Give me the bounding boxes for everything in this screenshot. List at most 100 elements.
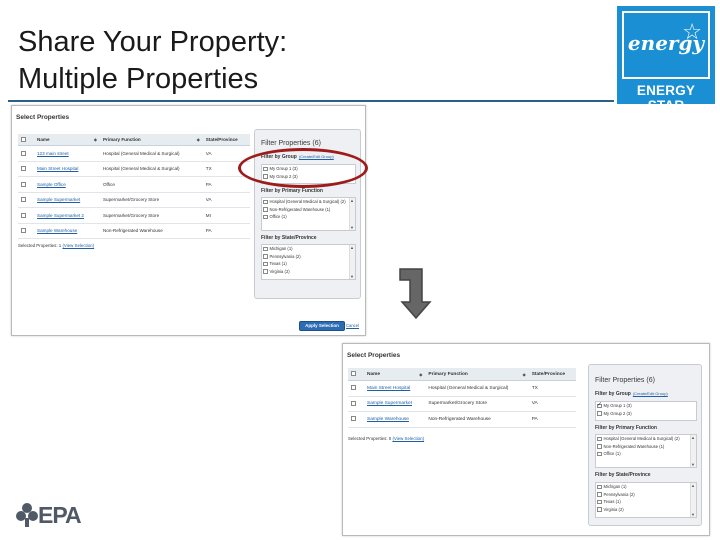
filter-option-state-1[interactable]: Michigan (1) (262, 245, 355, 253)
sort-icon[interactable]: ◆ (523, 372, 526, 377)
properties-table: Name ◆ Primary Function ◆ State/Province M… (348, 368, 576, 428)
filter-checkbox[interactable] (597, 436, 602, 442)
column-header-name[interactable]: Name ◆ (34, 134, 100, 146)
epa-logo: EPA (16, 500, 86, 530)
apply-selection-button[interactable]: Apply Selection (299, 321, 345, 331)
table-row: Sample Supermarket Supermarket/Grocery S… (18, 192, 250, 208)
filter-option-state-2[interactable]: Pennsylvania (2) (596, 491, 696, 499)
filter-checkbox[interactable] (597, 492, 602, 497)
filter-checkbox[interactable] (597, 411, 602, 416)
filter-option-state-3[interactable]: Texas (1) (596, 498, 696, 506)
cancel-link[interactable]: Cancel (346, 323, 359, 328)
state-list-scrollbar[interactable] (690, 483, 696, 517)
select-all-checkbox[interactable] (21, 137, 26, 143)
filter-option-function-1[interactable]: Hospital (General Medical & Surgical) (2… (596, 435, 696, 443)
sort-icon[interactable]: ◆ (419, 372, 422, 377)
filter-option-state-1[interactable]: Michigan (1) (596, 483, 696, 491)
row-checkbox[interactable] (21, 166, 26, 172)
table-row: Sample Warehouse Non-Refrigerated Wareho… (18, 223, 250, 239)
filter-option-state-2[interactable]: Pennsylvania (2) (262, 253, 355, 261)
create-edit-group-link[interactable]: (Create/Edit Group) (633, 391, 668, 396)
row-checkbox[interactable] (21, 150, 26, 156)
filter-checkbox[interactable] (597, 444, 602, 449)
select-all-checkbox-cell[interactable] (18, 134, 34, 146)
property-state: PA (528, 411, 576, 428)
filter-option-group-2[interactable]: My Group 2 (3) (596, 410, 696, 418)
property-name-link[interactable]: Sample Office (34, 176, 100, 193)
property-state: PA (202, 223, 250, 239)
state-list-scrollbar[interactable] (349, 245, 355, 279)
row-checkbox[interactable] (351, 385, 356, 391)
view-selection-link[interactable]: (View Selection) (392, 436, 424, 441)
property-function: Supermarket/Grocery Store (425, 396, 529, 412)
filter-checkbox[interactable] (597, 484, 602, 490)
filter-checkbox[interactable] (597, 507, 602, 512)
filter-checkbox[interactable] (263, 269, 268, 274)
property-name-link[interactable]: Main Street Hospital (34, 161, 100, 177)
table-row: Sample Supermarket Supermarket/Grocery S… (348, 396, 576, 412)
column-header-function[interactable]: Primary Function ◆ (425, 368, 529, 381)
select-all-checkbox-cell[interactable] (348, 368, 364, 381)
sort-icon[interactable]: ◆ (197, 137, 200, 142)
row-checkbox[interactable] (21, 181, 26, 187)
select-all-checkbox[interactable] (351, 371, 356, 377)
filter-option-function-3[interactable]: Office (1) (596, 450, 696, 458)
table-row: Main Street Hospital Hospital (General M… (348, 380, 576, 397)
property-state: MI (202, 207, 250, 224)
property-name-link[interactable]: Sample Warehouse (34, 223, 100, 239)
selected-properties-count: Selected Properties: 0 (View Selection) (348, 436, 425, 441)
view-selection-link[interactable]: (View Selection) (62, 243, 94, 248)
row-checkbox[interactable] (21, 228, 26, 234)
row-checkbox[interactable] (21, 212, 26, 218)
row-checkbox[interactable] (351, 416, 356, 422)
filter-checkbox[interactable] (263, 254, 268, 259)
energy-star-wordmark: ENERGY STAR (636, 83, 696, 113)
filter-option-function-1[interactable]: Hospital (General Medical & Surgical) (2… (262, 198, 355, 206)
filter-checkbox-checked[interactable] (597, 402, 602, 409)
column-header-function[interactable]: Primary Function ◆ (99, 134, 203, 146)
filter-checkbox[interactable] (263, 214, 268, 220)
property-name-link[interactable]: 123 main street (34, 145, 100, 162)
filter-option-group-1[interactable]: My Group 1 (3) (596, 402, 696, 410)
property-name-link[interactable]: Sample Supermarket (34, 192, 100, 208)
column-header-name[interactable]: Name ◆ (364, 368, 426, 381)
group-filter-list: My Group 1 (3) My Group 2 (3) (595, 401, 697, 421)
property-state: PA (202, 176, 250, 193)
slide-title-line-2: Multiple Properties (18, 63, 259, 95)
property-name-link[interactable]: Sample Supermarket (364, 396, 426, 412)
property-function: Supermarket/Grocery Store (99, 207, 203, 224)
filter-title: Filter Properties (6) (595, 377, 655, 384)
filter-checkbox[interactable] (263, 199, 268, 205)
table-row: Sample Warehouse Non-Refrigerated Wareho… (348, 411, 576, 428)
filter-option-state-4[interactable]: Virginia (2) (596, 506, 696, 514)
filter-option-function-2[interactable]: Non-Refrigerated Warehouse (1) (596, 443, 696, 451)
epa-flower-icon (16, 503, 38, 527)
row-checkbox[interactable] (21, 197, 26, 203)
table-row: Main Street Hospital Hospital (General M… (18, 161, 250, 177)
filter-checkbox[interactable] (597, 451, 602, 457)
property-name-link[interactable]: Sample Warehouse (364, 411, 426, 428)
filter-option-function-3[interactable]: Office (1) (262, 213, 355, 221)
table-header-row: Name ◆ Primary Function ◆ State/Province (18, 134, 250, 146)
filter-checkbox[interactable] (263, 246, 268, 252)
filter-checkbox[interactable] (263, 261, 268, 267)
property-state: TX (528, 380, 576, 397)
function-list-scrollbar[interactable] (349, 198, 355, 230)
filter-checkbox[interactable] (597, 499, 602, 505)
property-function: Supermarket/Grocery Store (99, 192, 203, 208)
property-function: Hospital (General Medical & Surgical) (99, 161, 203, 177)
filter-option-state-3[interactable]: Texas (1) (262, 260, 355, 268)
property-name-link[interactable]: Main Street Hospital (364, 380, 426, 397)
state-filter-list: Michigan (1) Pennsylvania (2) Texas (1) … (595, 482, 697, 518)
property-state: VA (528, 396, 576, 412)
sort-icon[interactable]: ◆ (94, 137, 97, 142)
filter-option-state-4[interactable]: Virginia (2) (262, 268, 355, 276)
function-list-scrollbar[interactable] (690, 435, 696, 467)
column-header-state[interactable]: State/Province (528, 368, 576, 381)
row-checkbox[interactable] (351, 400, 356, 406)
column-header-state[interactable]: State/Province (202, 134, 250, 146)
filter-by-function-header: Filter by Primary Function (261, 188, 323, 194)
filter-checkbox[interactable] (263, 207, 268, 212)
filter-option-function-2[interactable]: Non-Refrigerated Warehouse (1) (262, 206, 355, 214)
property-name-link[interactable]: Sample Supermarket 2 (34, 207, 100, 224)
